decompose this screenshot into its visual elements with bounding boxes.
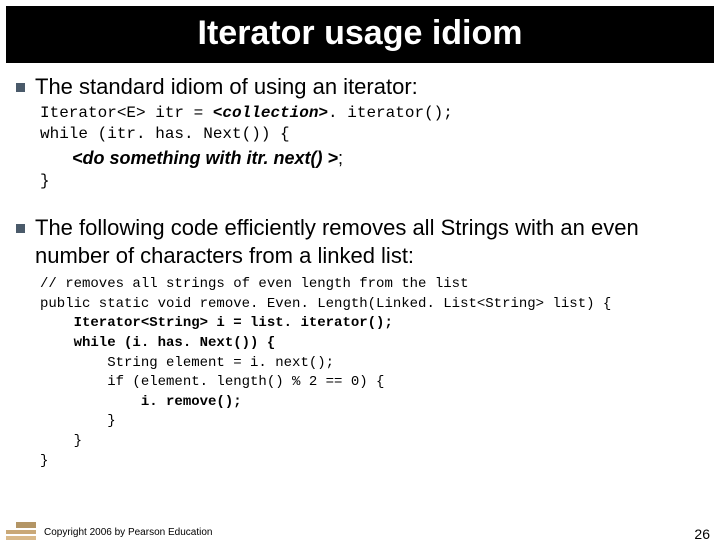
- bullet-1-text: The standard idiom of using an iterator:: [35, 73, 418, 101]
- bullet-1: The standard idiom of using an iterator:: [12, 73, 708, 101]
- code2-l4: while (i. has. Next()) {: [40, 335, 275, 351]
- slide-content: The standard idiom of using an iterator:…: [0, 63, 720, 471]
- slide-footer: Copyright 2006 by Pearson Education: [0, 518, 720, 540]
- slide-title: Iterator usage idiom: [6, 6, 714, 63]
- code2-l2: public static void remove. Even. Length(…: [40, 296, 611, 312]
- code2-l3: Iterator<String> i = list. iterator();: [40, 315, 393, 331]
- code1-action-line: <do something with itr. next() >;: [72, 148, 708, 169]
- code1-line1-c: . iterator();: [328, 104, 453, 122]
- code1-line1-a: Iterator<E> itr =: [40, 104, 213, 122]
- code2-l6: if (element. length() % 2 == 0) {: [40, 374, 384, 390]
- bullet-2-text: The following code efficiently removes a…: [35, 214, 708, 269]
- copyright-text: Copyright 2006 by Pearson Education: [44, 527, 212, 540]
- code1-action-a: <do something with itr. next() >: [72, 148, 338, 168]
- code2-l5: String element = i. next();: [40, 355, 334, 371]
- square-bullet-icon: [16, 83, 25, 92]
- code2-l8: }: [40, 413, 116, 429]
- footer-decoration-icon: [6, 518, 36, 540]
- code2-l10: }: [40, 453, 48, 469]
- code1-line1-b: <collection>: [213, 104, 328, 122]
- code1-line2: while (itr. has. Next()) {: [40, 125, 290, 143]
- code2-l1: // removes all strings of even length fr…: [40, 276, 468, 292]
- code1-close: }: [40, 171, 708, 193]
- code1-action-b: ;: [338, 148, 343, 168]
- code2-l7: i. remove();: [40, 394, 242, 410]
- square-bullet-icon: [16, 224, 25, 233]
- code-block-1: Iterator<E> itr = <collection>. iterator…: [40, 103, 708, 146]
- code-block-2: // removes all strings of even length fr…: [40, 275, 708, 471]
- bullet-2: The following code efficiently removes a…: [12, 214, 708, 269]
- code2-l9: }: [40, 433, 82, 449]
